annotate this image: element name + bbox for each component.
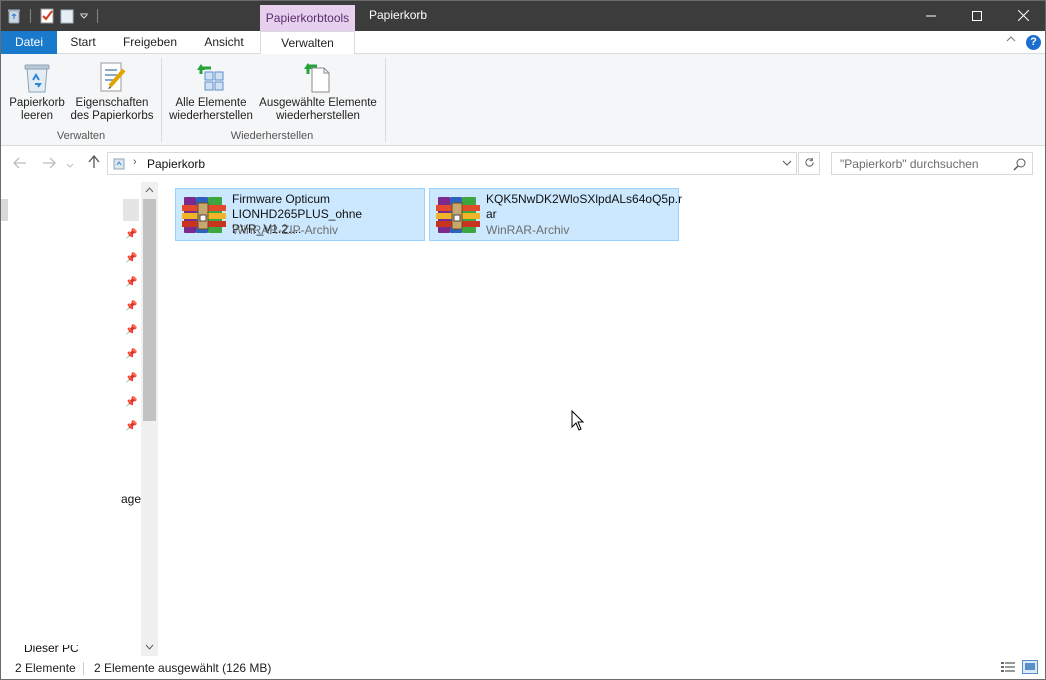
pin-icon: 📌 [125, 421, 138, 432]
recycle-bin-properties-button[interactable]: Eigenschaften des Papierkorbs [70, 60, 154, 123]
status-separator [83, 662, 84, 675]
address-dropdown-icon[interactable] [782, 157, 792, 169]
properties-small-icon[interactable] [39, 8, 55, 24]
details-view-icon[interactable] [1000, 660, 1016, 674]
toolbar-separator [97, 9, 98, 23]
item-count: 2 Elemente [15, 661, 76, 675]
selection-info: 2 Elemente ausgewählt (126 MB) [94, 661, 272, 675]
file-name-line: KQK5NwDK2WloSXlpdALs64oQ5p.r [486, 192, 683, 206]
forward-button[interactable] [40, 155, 58, 173]
nav-item-this-pc[interactable]: Dieser PC [24, 645, 104, 656]
navigation-pane: 📌 📌 📌 📌 📌 📌 📌 📌 📌 age Dieser PC [0, 182, 158, 656]
group-label-restore: Wiederherstellen [230, 130, 314, 142]
pin-icon: 📌 [125, 277, 138, 288]
mouse-cursor-icon [571, 410, 585, 431]
properties-icon [100, 62, 126, 92]
file-item[interactable]: KQK5NwDK2WloSXlpdALs64oQ5p.r ar WinRAR-A… [429, 188, 683, 241]
restore-all-label-1: Alle Elemente [175, 97, 247, 109]
scroll-down-icon[interactable] [141, 639, 158, 656]
navigation-bar: › Papierkorb [0, 146, 1046, 182]
search-box[interactable] [831, 152, 1033, 175]
restore-selected-label-1: Ausgewählte Elemente [259, 97, 377, 109]
ribbon-collapse-icon[interactable] [1006, 34, 1016, 46]
quick-access-toolbar [6, 6, 102, 26]
up-button[interactable] [85, 154, 103, 173]
minimize-button[interactable] [908, 0, 954, 31]
pin-icon: 📌 [125, 373, 138, 384]
winrar-archive-icon [436, 197, 480, 233]
nav-selection-highlight [0, 199, 8, 221]
properties-label-1: Eigenschaften [75, 97, 149, 109]
customize-toolbar-chevron-icon[interactable] [79, 8, 89, 24]
breadcrumb-chevron-icon[interactable]: › [133, 156, 137, 168]
nav-item-partial[interactable]: age [121, 492, 141, 506]
restore-all-icon [197, 64, 224, 91]
file-list[interactable]: Firmware Opticum LIONHD265PLUS_ohne PVR_… [158, 182, 1046, 656]
status-bar: 2 Elemente 2 Elemente ausgewählt (126 MB… [0, 656, 1046, 680]
refresh-button[interactable] [798, 152, 820, 175]
empty-recycle-bin-button[interactable]: Papierkorb leeren [8, 60, 66, 123]
file-name-line: Firmware Opticum [232, 192, 331, 206]
help-icon[interactable]: ? [1026, 35, 1041, 50]
restore-selected-button[interactable]: Ausgewählte Elemente wiederherstellen [258, 60, 378, 123]
file-name: KQK5NwDK2WloSXlpdALs64oQ5p.r ar [486, 192, 683, 222]
ribbon: Papierkorb leeren Eigenschaften des Papi… [0, 54, 1046, 146]
scrollbar-thumb[interactable] [143, 199, 156, 421]
tab-file[interactable]: Datei [1, 31, 57, 54]
file-name-line: ar [486, 207, 497, 221]
address-bar[interactable]: › Papierkorb [107, 152, 797, 175]
pin-icon: 📌 [125, 397, 138, 408]
context-tab-title: Papierkorbtools [260, 5, 355, 32]
file-type: WinRAR-ZIP-Archiv [232, 223, 339, 237]
title-bar: Papierkorbtools Papierkorb [0, 0, 1046, 32]
recycle-bin-small-icon[interactable] [6, 8, 22, 24]
recent-locations-chevron-icon[interactable] [64, 155, 76, 173]
ribbon-tabs: Datei Start Freigeben Ansicht Verwalten [0, 31, 1046, 55]
close-button[interactable] [1000, 0, 1046, 31]
file-type: WinRAR-Archiv [486, 223, 570, 237]
new-folder-small-icon[interactable] [59, 8, 75, 24]
pin-icon: 📌 [125, 301, 138, 312]
pin-icon: 📌 [125, 349, 138, 360]
group-label-manage: Verwalten [56, 130, 106, 142]
tab-manage[interactable]: Verwalten [260, 31, 355, 55]
nav-pane-scrollbar[interactable] [141, 182, 158, 656]
properties-label-2: des Papierkorbs [70, 110, 154, 122]
scroll-up-icon[interactable] [141, 182, 158, 199]
large-icons-view-icon[interactable] [1022, 660, 1038, 674]
pin-icon: 📌 [125, 253, 138, 264]
nav-item-highlight[interactable] [123, 199, 139, 221]
search-input[interactable] [840, 154, 1010, 174]
toolbar-separator [30, 9, 31, 23]
maximize-button[interactable] [954, 0, 1000, 31]
group-separator [161, 58, 162, 142]
recycle-bin-icon [24, 64, 50, 93]
breadcrumb-papierkorb[interactable]: Papierkorb [147, 157, 205, 171]
tab-share[interactable]: Freigeben [116, 31, 184, 54]
winrar-archive-icon [182, 197, 226, 233]
group-separator [385, 58, 386, 142]
empty-bin-label-2: leeren [21, 110, 53, 122]
search-icon[interactable] [1013, 157, 1027, 171]
restore-selected-icon [304, 63, 330, 93]
pin-icon: 📌 [125, 325, 138, 336]
window-title: Papierkorb [369, 8, 428, 22]
recycle-bin-address-icon [113, 158, 125, 170]
restore-all-label-2: wiederherstellen [169, 110, 253, 122]
tab-start[interactable]: Start [62, 31, 104, 54]
file-item[interactable]: Firmware Opticum LIONHD265PLUS_ohne PVR_… [175, 188, 425, 241]
back-button[interactable] [11, 155, 29, 173]
restore-all-button[interactable]: Alle Elemente wiederherstellen [167, 60, 255, 123]
refresh-icon [804, 157, 814, 167]
pin-icon: 📌 [125, 229, 138, 240]
tab-view[interactable]: Ansicht [196, 31, 252, 54]
restore-selected-label-2: wiederherstellen [276, 110, 360, 122]
empty-bin-label-1: Papierkorb [9, 97, 65, 109]
